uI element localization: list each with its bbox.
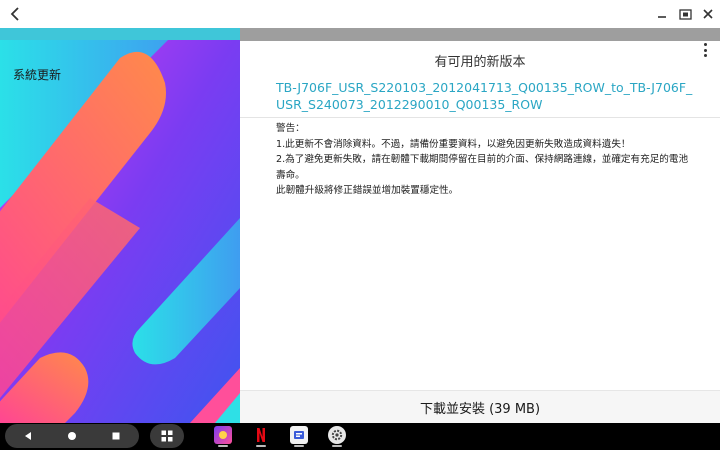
divider xyxy=(240,117,720,118)
minimize-icon[interactable] xyxy=(652,4,672,24)
install-label: 下載並安裝 (39 MB) xyxy=(419,401,541,417)
app-drawer-icon[interactable] xyxy=(150,424,184,448)
wallpaper-pane: 系統更新 xyxy=(0,28,240,423)
version-name: TB-J706F_USR_S220103_2012041713_Q00135_R… xyxy=(276,80,693,112)
app-indicator xyxy=(294,445,304,447)
close-icon[interactable] xyxy=(698,4,718,24)
home-circle-icon[interactable] xyxy=(57,424,87,448)
app-blue-icon[interactable] xyxy=(290,426,308,444)
page-title: 系統更新 xyxy=(13,68,62,82)
note-line: 2.為了避免更新失敗，請在韌體下載期間停留在目前的介面、保持網路連線，並確定有充… xyxy=(276,154,689,181)
recents-square-icon[interactable] xyxy=(101,424,131,448)
settings-gear-icon[interactable] xyxy=(328,426,346,444)
app-purple-icon[interactable] xyxy=(214,426,232,444)
download-install-button[interactable]: 下載並安裝 (39 MB) xyxy=(240,390,720,423)
window-title-bar xyxy=(0,0,720,28)
app-indicator xyxy=(256,445,266,447)
restore-icon[interactable] xyxy=(675,4,695,24)
netflix-icon[interactable] xyxy=(252,426,270,444)
app-indicator xyxy=(332,445,342,447)
note-line: 1.此更新不會消除資料。不過，請備份重要資料，以避免因更新失敗造成資料遺失！ xyxy=(276,138,631,150)
wallpaper-art xyxy=(0,28,240,423)
note-line: 此韌體升級將修正錯誤並增加裝置穩定性。 xyxy=(276,185,459,196)
note-line: 警告： xyxy=(276,123,305,134)
update-panel: 有可用的新版本 TB-J706F_USR_S220103_2012041713_… xyxy=(240,41,720,390)
chevron-left-icon[interactable] xyxy=(4,3,26,25)
back-triangle-icon[interactable] xyxy=(13,424,43,448)
taskbar xyxy=(0,423,720,450)
update-heading: 有可用的新版本 xyxy=(434,55,526,70)
nav-pill xyxy=(5,424,139,448)
release-notes: 警告： 1.此更新不會消除資料。不過，請備份重要資料，以避免因更新失敗造成資料遺… xyxy=(276,121,696,199)
app-indicator xyxy=(218,445,228,447)
